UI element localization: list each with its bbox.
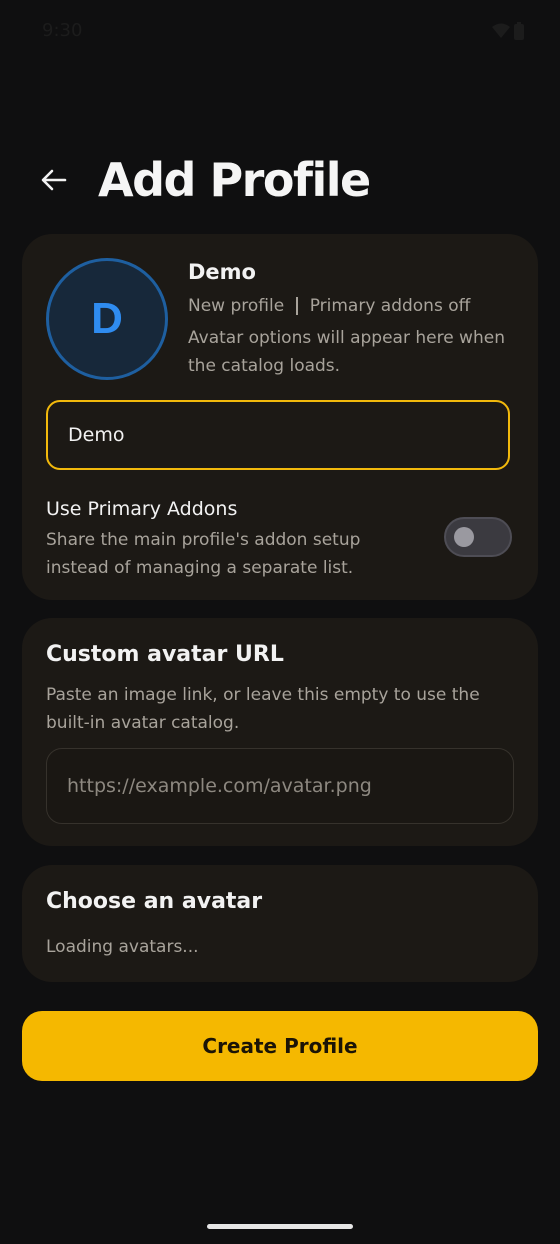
status-time: 9:30 — [42, 20, 83, 41]
primary-addons-description: Share the main profile's addon setup ins… — [46, 530, 361, 578]
page-title: Add Profile — [98, 153, 371, 207]
meta-divider — [296, 297, 298, 315]
profile-name: Demo — [188, 260, 256, 284]
custom-avatar-url-description: Paste an image link, or leave this empty… — [46, 685, 480, 733]
profile-hint: Avatar options will appear here when the… — [188, 328, 505, 376]
status-bar: 9:30 — [0, 0, 560, 64]
primary-addons-toggle[interactable] — [444, 517, 512, 557]
profile-meta: New profile Primary addons off — [188, 296, 470, 316]
avatar-url-placeholder: https://example.com/avatar.png — [67, 775, 372, 797]
custom-avatar-url-card: Custom avatar URL Paste an image link, o… — [22, 618, 538, 846]
status-icons — [492, 22, 524, 44]
choose-avatar-title: Choose an avatar — [46, 889, 263, 914]
avatar-url-input[interactable]: https://example.com/avatar.png — [46, 748, 514, 824]
battery-icon — [514, 22, 524, 44]
avatar: D — [46, 258, 168, 380]
header: Add Profile — [0, 140, 560, 220]
avatar-letter: D — [91, 294, 123, 343]
profile-addons-status: Primary addons off — [309, 296, 471, 316]
custom-avatar-url-title: Custom avatar URL — [46, 642, 284, 667]
create-profile-button[interactable]: Create Profile — [22, 1011, 538, 1081]
wifi-icon — [492, 23, 510, 43]
profile-name-input[interactable]: Demo — [46, 400, 510, 470]
toggle-knob — [454, 527, 474, 547]
avatar-loading-status: Loading avatars... — [46, 937, 199, 957]
choose-avatar-card: Choose an avatar Loading avatars... — [22, 865, 538, 982]
arrow-left-icon — [41, 169, 67, 195]
primary-addons-label: Use Primary Addons — [46, 498, 238, 520]
profile-name-input-value: Demo — [68, 424, 125, 446]
profile-status: New profile — [188, 296, 285, 316]
create-profile-label: Create Profile — [202, 1034, 358, 1058]
back-button[interactable] — [32, 160, 76, 204]
home-indicator[interactable] — [207, 1224, 353, 1229]
profile-card: D Demo New profile Primary addons off Av… — [22, 234, 538, 600]
